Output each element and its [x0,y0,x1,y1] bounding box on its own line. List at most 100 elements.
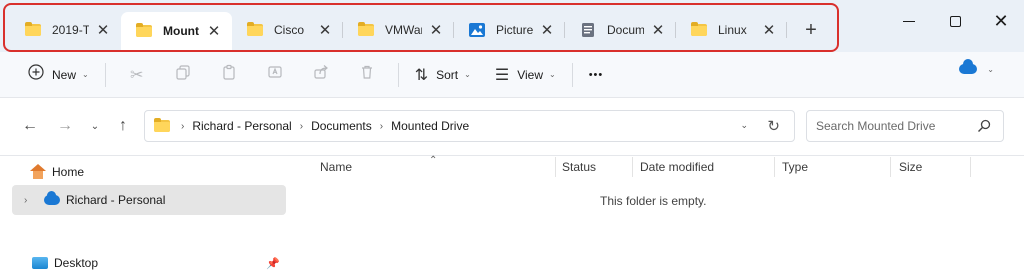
nav-item-label: Richard - Personal [66,193,166,207]
address-bar[interactable]: › Richard - Personal › Documents › Mount… [144,110,795,142]
chevron-down-icon: ⌄ [464,70,471,79]
column-header-name[interactable]: Name [320,157,352,177]
copy-button[interactable] [160,59,206,91]
tab-strip: 2019-Ta ✕ Mount ✕ Cisco ✕ VMWar ✕ [10,12,831,50]
close-icon[interactable]: ✕ [317,22,333,39]
toolbar-divider [571,62,573,87]
share-icon [313,64,329,85]
navigation-pane: Home › Richard - Personal Desktop 📌 [0,157,290,278]
tab-2019[interactable]: 2019-Ta ✕ [10,12,121,48]
folder-icon [357,22,375,38]
rename-button[interactable] [252,59,298,91]
close-window-button[interactable]: ✕ [978,0,1024,42]
refresh-button[interactable]: ↻ [767,117,780,135]
share-button[interactable] [298,59,344,91]
pictures-icon [468,22,486,38]
nav-item-desktop[interactable]: Desktop 📌 [12,248,286,278]
documents-icon [579,22,597,38]
empty-folder-message: This folder is empty. [600,194,707,208]
chevron-right-icon: › [299,120,304,132]
desktop-icon [32,257,48,269]
folder-icon [246,22,264,38]
column-divider[interactable] [890,157,891,177]
folder-icon [135,23,153,39]
column-divider[interactable] [555,157,556,177]
close-icon[interactable]: ✕ [761,22,777,39]
window-controls: ✕ [886,0,1024,44]
tab-cisco[interactable]: Cisco ✕ [232,12,343,48]
nav-item-home[interactable]: Home [12,157,286,187]
toolbar-divider [104,62,106,87]
tab-label: 2019-Ta [52,23,89,37]
minimize-icon [903,20,915,22]
nav-item-label: Desktop [54,256,99,270]
maximize-button[interactable] [932,0,978,42]
minimize-button[interactable] [886,0,932,42]
tab-vmware[interactable]: VMWar ✕ [343,12,454,48]
column-divider[interactable] [632,157,633,177]
address-row: ← → ⌄ ↑ › Richard - Personal › Documents… [0,98,1024,156]
delete-button[interactable] [344,59,390,91]
maximize-icon [949,15,961,27]
column-divider[interactable] [970,157,971,177]
nav-item-label: Home [52,165,85,179]
search-input[interactable] [816,119,976,133]
new-button[interactable]: New ⌄ [20,59,97,91]
close-icon[interactable]: ✕ [206,23,222,40]
close-icon[interactable]: ✕ [95,22,111,39]
back-button[interactable]: ← [20,116,40,136]
breadcrumb-documents[interactable]: Documents [311,119,372,133]
more-options-button[interactable]: ••• [581,59,612,91]
sort-ascending-icon: ⌃ [429,155,438,166]
tab-label: VMWar [385,23,422,37]
up-button[interactable]: ↑ [113,116,133,136]
close-icon[interactable]: ✕ [428,22,444,39]
chevron-down-icon: ⌄ [987,64,994,74]
rename-icon [267,64,283,85]
sort-label: Sort [436,67,459,82]
chevron-right-icon: › [379,120,384,132]
column-header-size[interactable]: Size [899,157,922,177]
tab-documents[interactable]: Docum ✕ [565,12,676,48]
search-box [806,110,1004,142]
chevron-down-icon: ⌄ [548,70,556,79]
recent-locations-button[interactable]: ⌄ [85,116,105,136]
view-button[interactable]: ☰ View ⌄ [487,59,564,91]
sort-icon: ⇅ [414,66,429,84]
onedrive-button[interactable]: ⌄ [959,59,994,74]
arrow-up-icon: ↑ [119,117,127,134]
arrow-right-icon: → [57,117,73,134]
trash-icon [359,64,375,85]
copy-icon [175,64,191,85]
cut-button[interactable]: ✂ [114,59,160,91]
column-divider[interactable] [774,157,775,177]
folder-icon [24,22,42,38]
command-bar: New ⌄ ✂ ⇅ Sort ⌄ ☰ View ⌄ ••• ⌄ [0,52,1024,98]
tab-label: Linux [718,23,747,37]
address-history-button[interactable]: ⌄ [740,120,748,131]
tab-linux[interactable]: Linux ✕ [676,12,787,48]
new-tab-button[interactable]: + [791,14,831,46]
onedrive-icon [44,191,60,205]
breadcrumb-mounted-drive[interactable]: Mounted Drive [391,119,469,133]
chevron-right-icon[interactable]: › [24,195,38,206]
breadcrumb-richard-personal[interactable]: Richard - Personal [192,119,291,133]
column-header-date-modified[interactable]: Date modified [640,157,714,177]
folder-icon [153,118,171,134]
tab-mount[interactable]: Mount ✕ [121,12,232,50]
tab-pictures[interactable]: Picture ✕ [454,12,565,48]
nav-item-richard-personal[interactable]: › Richard - Personal [12,185,286,215]
column-header-type[interactable]: Type [782,157,808,177]
close-icon[interactable]: ✕ [650,22,666,39]
paste-button[interactable] [206,59,252,91]
forward-button[interactable]: → [55,116,75,136]
pin-icon: 📌 [266,258,280,270]
search-icon[interactable] [977,119,991,133]
tab-label: Cisco [274,23,305,37]
close-icon[interactable]: ✕ [539,22,555,39]
column-header-status[interactable]: Status [562,157,596,177]
chevron-down-icon: ⌄ [90,120,100,132]
tab-label: Picture [496,23,533,37]
sort-button[interactable]: ⇅ Sort ⌄ [407,59,479,91]
chevron-down-icon: ⌄ [82,70,89,79]
